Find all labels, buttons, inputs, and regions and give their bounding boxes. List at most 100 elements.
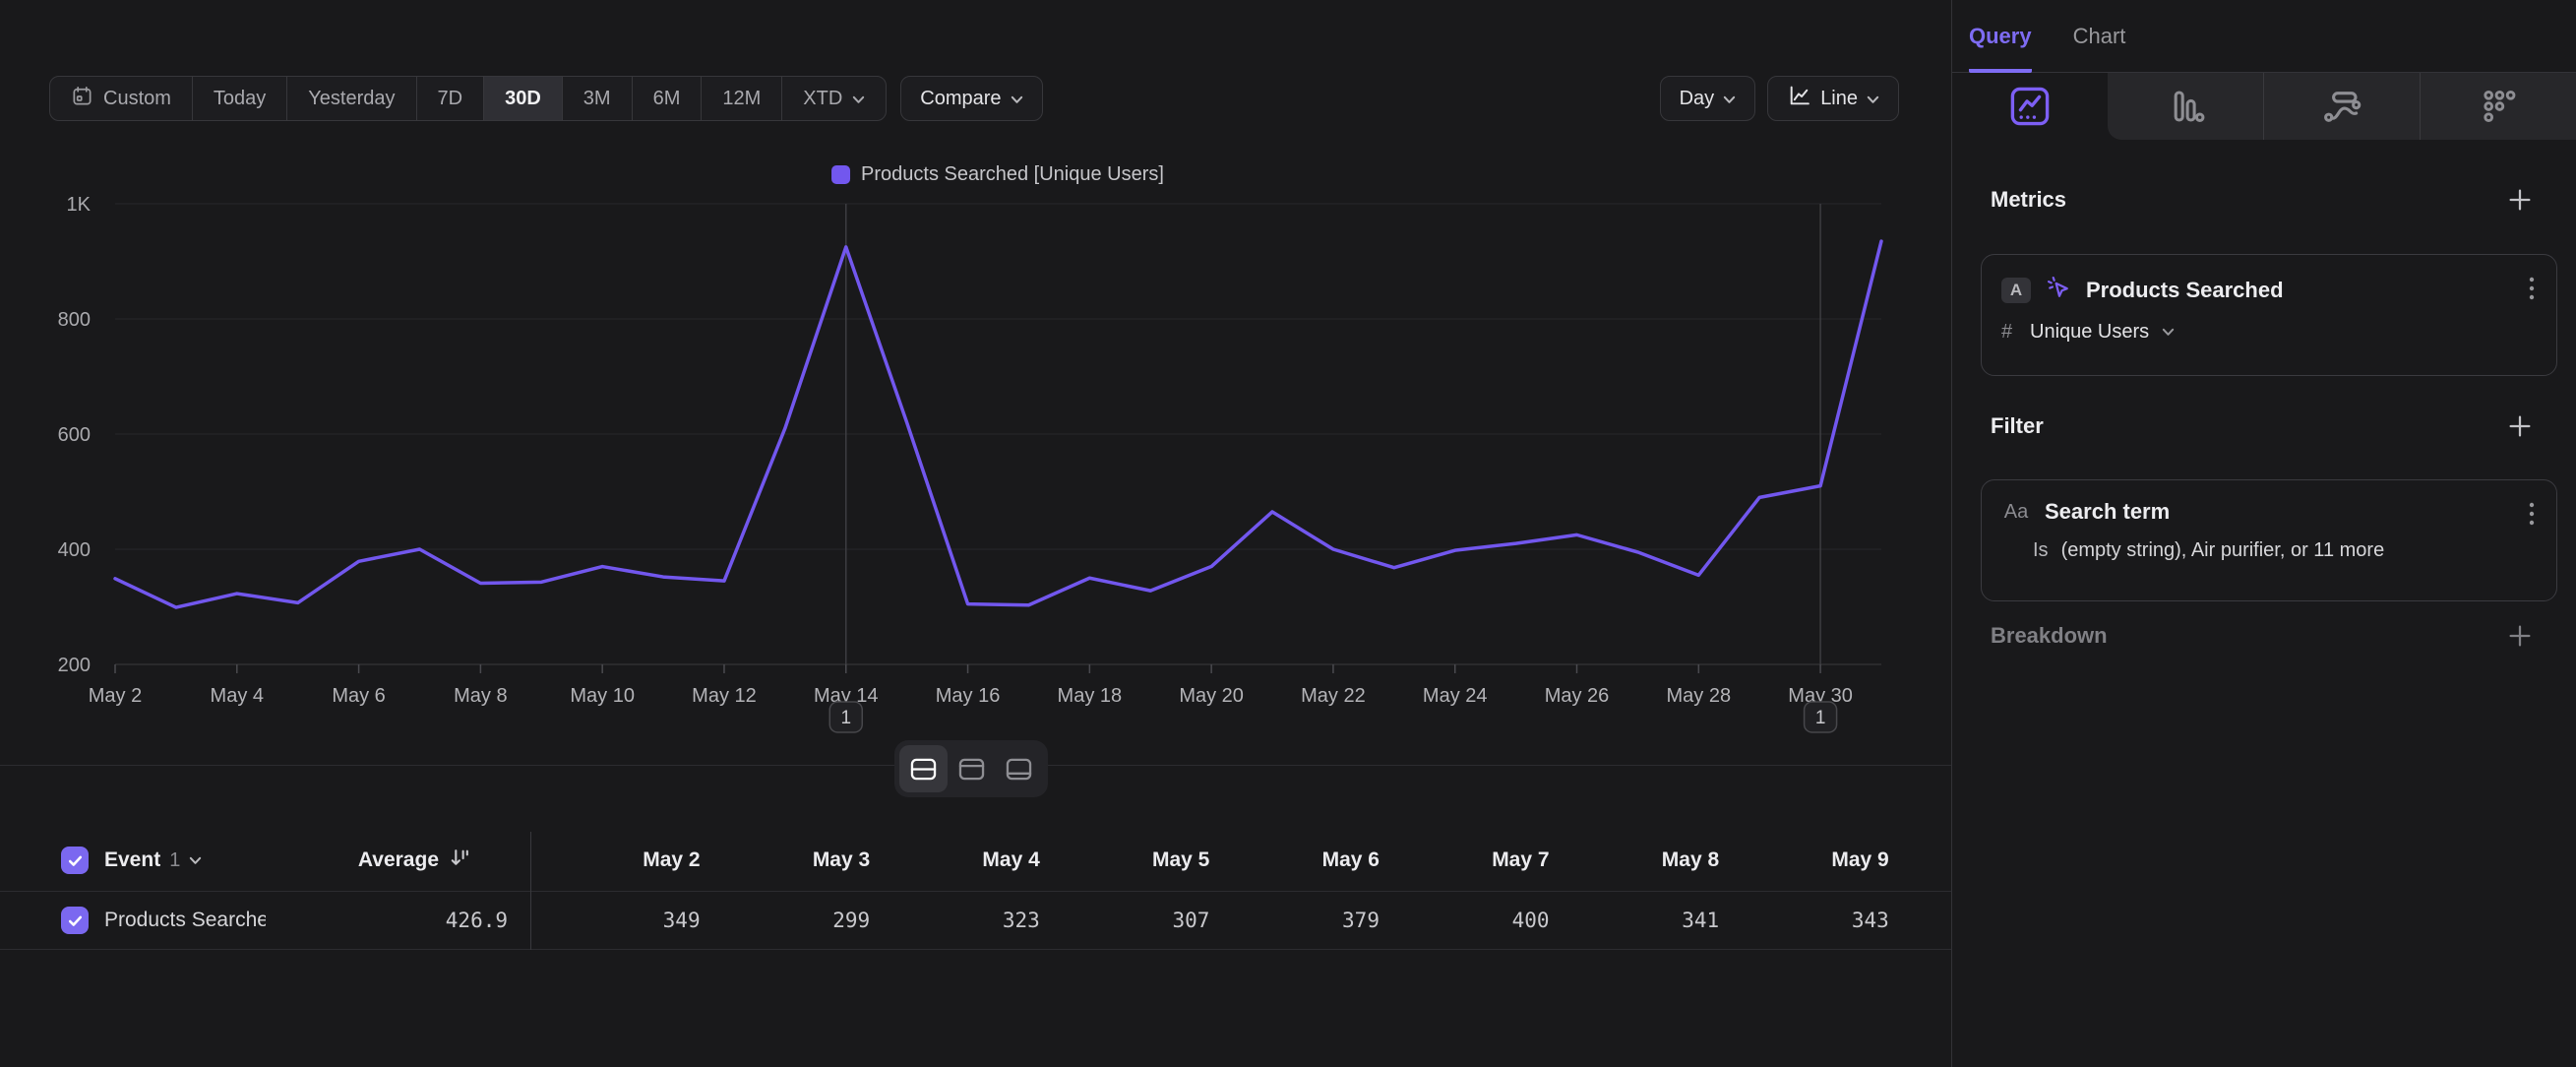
cell-value: 307 [1040, 909, 1210, 932]
sort-icon[interactable] [449, 847, 471, 874]
column-header: May 4 [870, 848, 1040, 872]
range-3m-button[interactable]: 3M [563, 77, 633, 120]
metric-kebab-menu[interactable] [2529, 276, 2535, 306]
filter-property-name[interactable]: Search term [2045, 499, 2170, 525]
svg-text:800: 800 [58, 309, 91, 331]
metric-event-name[interactable]: Products Searched [2086, 278, 2284, 303]
range-6m-button[interactable]: 6M [633, 77, 703, 120]
layout-table-only-button[interactable] [995, 745, 1043, 792]
measure-type-icon: # [2001, 321, 2017, 344]
legend-swatch [831, 165, 850, 184]
layout-split-button[interactable] [899, 745, 948, 792]
chart-type-dropdown[interactable]: Line [1767, 76, 1899, 121]
cell-value: 341 [1550, 909, 1720, 932]
legend-label: Products Searched [Unique Users] [861, 163, 1164, 186]
range-today-button[interactable]: Today [193, 77, 287, 120]
add-filter-button[interactable] [2505, 411, 2535, 441]
svg-text:May 2: May 2 [89, 685, 142, 707]
layout-toggle-group [894, 740, 1048, 797]
table-column-divider [530, 832, 531, 950]
cell-value: 343 [1719, 909, 1889, 932]
row-event-label[interactable]: Products Searched [Un... [104, 909, 266, 932]
cell-value: 299 [701, 909, 871, 932]
svg-text:200: 200 [58, 655, 91, 676]
filter-operator[interactable]: Is [2033, 539, 2049, 562]
range-label: Custom [103, 88, 171, 110]
table-header-row: Event 1 Average May 2 May 3 [0, 830, 1951, 891]
chevron-down-icon [1723, 88, 1736, 110]
range-custom-button[interactable]: Custom [50, 77, 193, 120]
add-metric-button[interactable] [2505, 185, 2535, 215]
chart-type-flow-tab[interactable] [2263, 73, 2420, 140]
chart-canvas[interactable]: 2004006008001KMay 2May 4May 6May 8May 10… [0, 157, 1951, 773]
layout-chart-only-button[interactable] [948, 745, 996, 792]
event-dropdown[interactable]: Event 1 [104, 848, 202, 872]
chart-legend: Products Searched [Unique Users] [831, 163, 1164, 186]
chart-type-line-tab[interactable] [1952, 73, 2108, 140]
plus-icon [2505, 411, 2535, 441]
svg-text:May 10: May 10 [570, 685, 635, 707]
chevron-down-icon [1011, 88, 1023, 110]
plus-icon [2505, 621, 2535, 651]
bar-chart-icon [2165, 86, 2206, 127]
column-header: May 2 [530, 848, 701, 872]
interval-dropdown[interactable]: Day [1660, 76, 1756, 121]
compare-button[interactable]: Compare [900, 76, 1042, 121]
chart-type-retention-tab[interactable] [2420, 73, 2576, 140]
svg-text:May 18: May 18 [1058, 685, 1123, 707]
panel-tabs: Query Chart [1952, 0, 2576, 73]
measure-dropdown[interactable]: Unique Users [2030, 321, 2149, 344]
chevron-down-icon [2162, 328, 2175, 337]
range-30d-button[interactable]: 30D [484, 77, 563, 120]
svg-text:May 4: May 4 [211, 685, 264, 707]
results-table: Event 1 Average May 2 May 3 [0, 830, 1951, 950]
filter-card[interactable]: Aa Search term Is (empty string), Air pu… [1981, 479, 2557, 601]
range-yesterday-button[interactable]: Yesterday [287, 77, 416, 120]
column-header: May 6 [1209, 848, 1380, 872]
column-header: May 3 [701, 848, 871, 872]
plus-icon [2505, 185, 2535, 215]
retention-dots-icon [2478, 86, 2519, 127]
range-7d-button[interactable]: 7D [417, 77, 485, 120]
metric-letter-badge: A [2001, 278, 2031, 303]
user-flow-icon [2321, 86, 2362, 127]
metric-card[interactable]: A Products Searched # Unique Users [1981, 254, 2557, 376]
chart-type-bar-tab[interactable] [2108, 73, 2263, 140]
svg-text:May 6: May 6 [332, 685, 385, 707]
filter-section-header: Filter [1991, 411, 2535, 441]
breakdown-section-header: Breakdown [1991, 621, 2535, 651]
range-12m-button[interactable]: 12M [702, 77, 782, 120]
svg-text:May 8: May 8 [454, 685, 507, 707]
event-sparkle-cursor-icon [2045, 274, 2072, 306]
svg-text:May 28: May 28 [1667, 685, 1732, 707]
add-breakdown-button[interactable] [2505, 621, 2535, 651]
filter-value[interactable]: (empty string), Air purifier, or 11 more [2061, 539, 2385, 562]
svg-text:May 16: May 16 [936, 685, 1001, 707]
filter-kebab-menu[interactable] [2529, 501, 2535, 532]
range-xtd-button[interactable]: XTD [782, 77, 886, 120]
breakdown-title: Breakdown [1991, 623, 2108, 649]
svg-text:1K: 1K [67, 194, 92, 216]
calendar-icon [71, 85, 93, 113]
cell-value: 323 [870, 909, 1040, 932]
select-all-checkbox[interactable] [61, 847, 89, 874]
chevron-down-icon [852, 88, 865, 110]
segmentation-chart-icon [2008, 85, 2052, 128]
cell-value: 349 [530, 909, 701, 932]
metrics-section-header: Metrics [1991, 185, 2535, 215]
string-property-icon: Aa [2001, 501, 2031, 524]
cell-value: 379 [1209, 909, 1380, 932]
average-value: 426.9 [446, 909, 508, 932]
tab-query[interactable]: Query [1969, 0, 2032, 73]
filter-title: Filter [1991, 413, 2044, 439]
line-chart-icon [1787, 84, 1811, 114]
chevron-down-icon [1867, 88, 1879, 110]
average-column-header: Average [358, 848, 439, 872]
svg-text:May 20: May 20 [1179, 685, 1244, 707]
row-checkbox[interactable] [61, 907, 89, 934]
column-header: May 8 [1550, 848, 1720, 872]
svg-text:600: 600 [58, 424, 91, 446]
tab-chart[interactable]: Chart [2073, 0, 2126, 73]
query-panel: Query Chart [1951, 0, 2576, 1067]
column-header: May 5 [1040, 848, 1210, 872]
